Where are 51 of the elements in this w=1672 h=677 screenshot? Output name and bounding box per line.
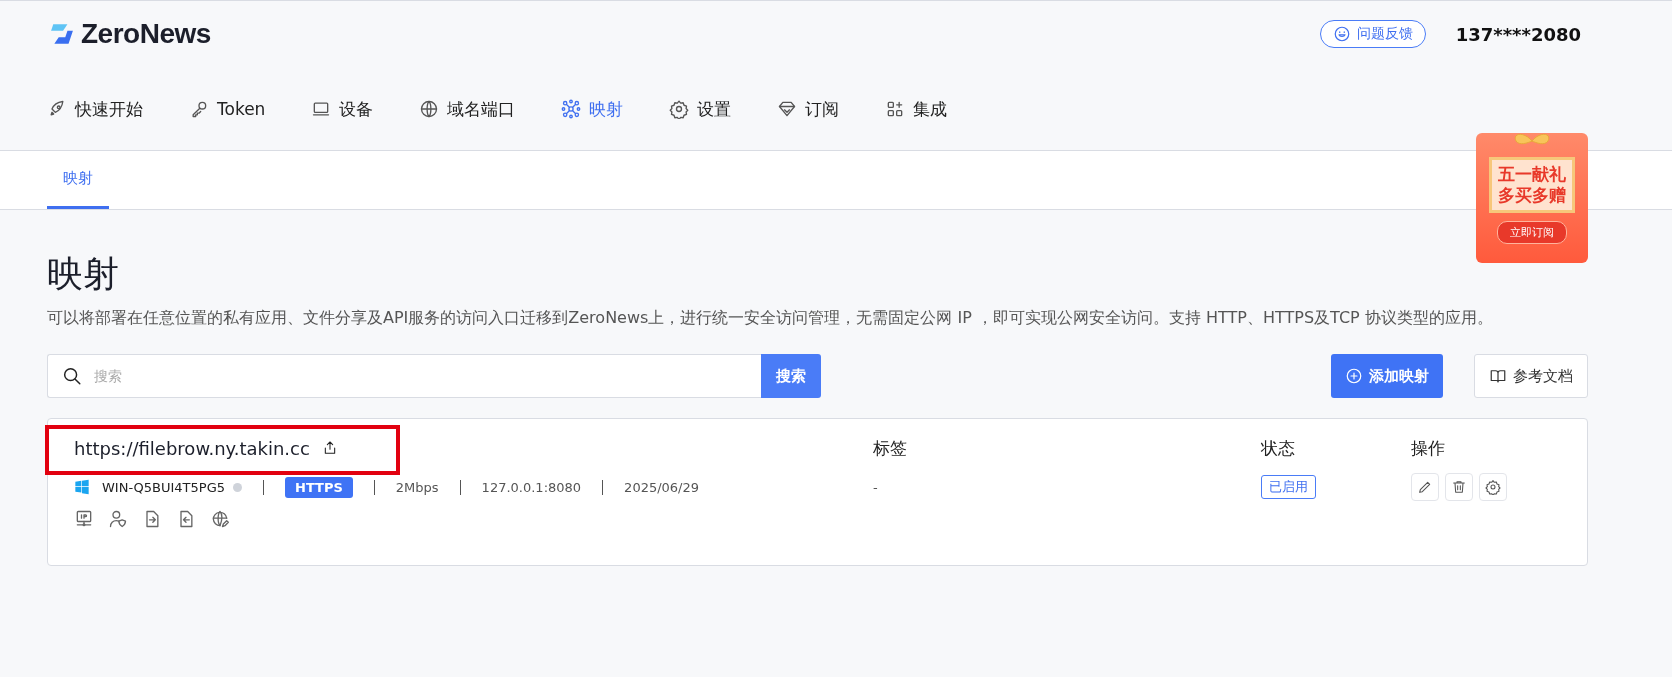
nav-item[interactable]: 映射 <box>561 97 624 121</box>
mapping-url[interactable]: https://filebrow.ny.takin.cc <box>74 437 310 459</box>
pencil-icon <box>1417 479 1433 495</box>
column-header: 状态 <box>1261 436 1296 460</box>
account-name[interactable]: 137****2080 <box>1455 23 1581 45</box>
feedback-button[interactable]: 问题反馈 <box>1319 20 1426 48</box>
bandwidth-text: 2Mbps <box>395 479 439 495</box>
promo-text: 多买多赠 <box>1498 185 1566 206</box>
delete-button[interactable] <box>1445 473 1473 501</box>
docs-button[interactable]: 参考文档 <box>1474 354 1588 398</box>
column-header: 操作 <box>1411 436 1446 460</box>
settings-icon <box>1485 479 1501 495</box>
add-mapping-button[interactable]: 添加映射 <box>1331 354 1443 398</box>
promo-text: 五一献礼 <box>1498 164 1566 185</box>
column-header: 标签 <box>873 436 908 460</box>
protocol-badge: HTTPS <box>285 476 353 498</box>
nav-item[interactable]: 域名端口 <box>419 97 516 121</box>
created-date: 2025/06/29 <box>624 479 700 495</box>
page-description: 可以将部署在任意位置的私有应用、文件分享及API服务的访问入口迁移到ZeroNews上，进行统一安全访问管理，无需固定公网 IP ，即可实现公网安全访问。支持 HTTP、HTTPS及TCP 协议类型的应用。 <box>47 307 1494 329</box>
settings-button[interactable] <box>1479 473 1507 501</box>
search-button[interactable]: 搜索 <box>761 354 821 398</box>
nav-item[interactable]: 快速开始 <box>47 97 143 121</box>
plus-circle-icon <box>1345 367 1363 385</box>
page-title: 映射 <box>47 252 120 296</box>
nav-item[interactable]: 集成 <box>885 97 948 121</box>
search-icon <box>61 365 83 387</box>
logo-text: ZeroNews <box>81 18 211 50</box>
target-address: 127.0.0.1:8080 <box>481 479 582 495</box>
book-icon <box>1489 367 1507 385</box>
globe-icon <box>419 99 440 119</box>
settings-icon <box>669 99 690 119</box>
subscribe-button[interactable]: 立即订阅 <box>1497 221 1567 244</box>
gift-box-banner[interactable]: 五一献礼 多买多赠 立即订阅 <box>1476 133 1588 263</box>
ip-monitor-icon <box>74 509 94 529</box>
user-shield-icon <box>108 509 128 529</box>
globe-edit-icon <box>210 509 230 529</box>
nav-item[interactable]: Token <box>189 99 266 119</box>
network-icon <box>561 99 582 119</box>
edit-button[interactable] <box>1411 473 1439 501</box>
tags-text: - <box>873 478 879 497</box>
nav-item[interactable]: 设置 <box>669 97 732 121</box>
windows-icon <box>74 479 90 495</box>
device-name: WIN-Q5BUI4T5PG5 <box>102 479 226 495</box>
trash-icon <box>1451 479 1467 495</box>
diamond-icon <box>777 99 798 119</box>
nav-item[interactable]: 设备 <box>311 97 374 121</box>
nav-item[interactable]: 订阅 <box>777 97 840 121</box>
tab[interactable]: 映射 <box>47 151 109 209</box>
search-field[interactable]: 搜索 <box>47 354 761 398</box>
smiley-icon <box>1332 25 1351 43</box>
status-badge: 已启用 <box>1261 475 1316 499</box>
